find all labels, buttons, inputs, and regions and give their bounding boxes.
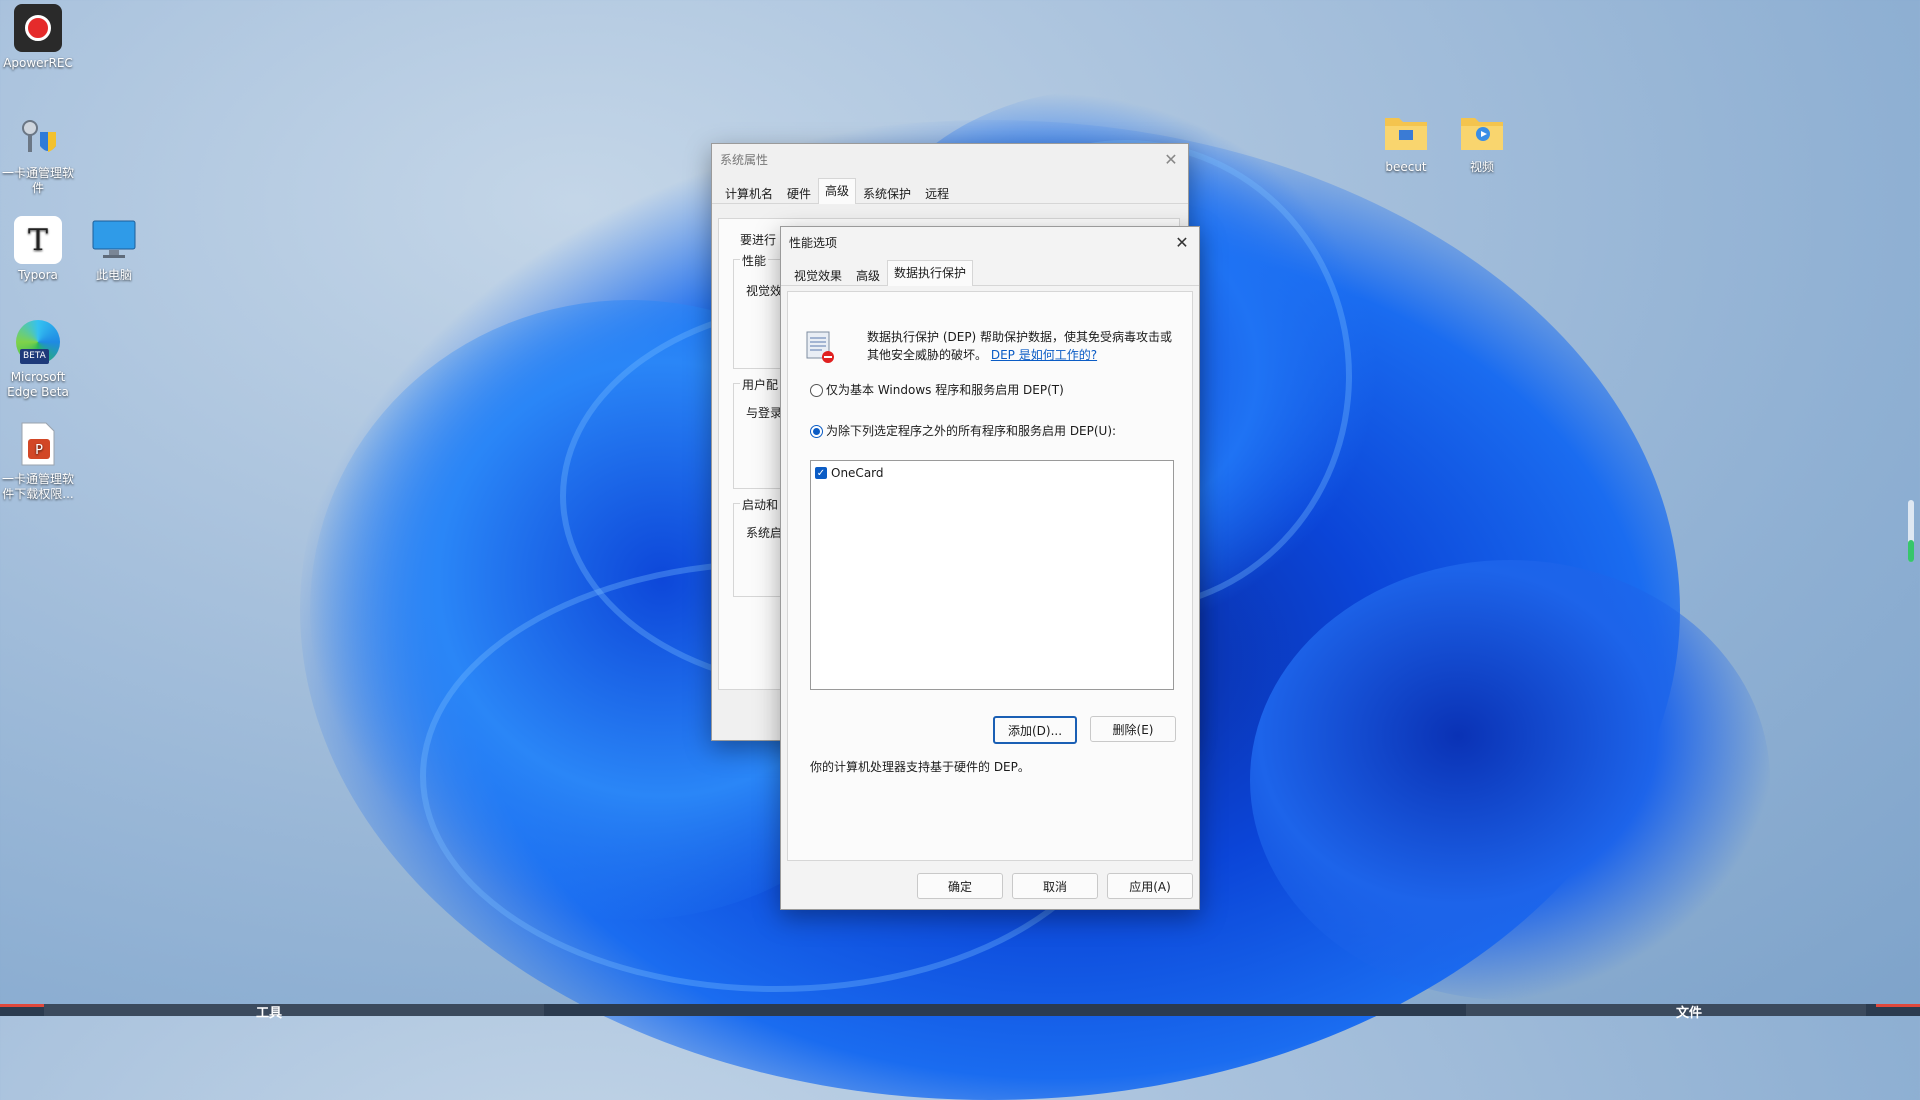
desktop-icon-label: Typora <box>18 268 58 282</box>
key-shield-icon <box>14 114 62 162</box>
group-text: 系统启 <box>746 526 783 540</box>
dep-option-all-except-label: 为除下列选定程序之外的所有程序和服务启用 DEP(U): <box>826 424 1117 438</box>
bottom-window-strip: 工具 文件 <box>0 1004 1920 1021</box>
tab-remote[interactable]: 远程 <box>918 181 956 203</box>
intro-text: 要进行 <box>740 233 777 247</box>
tab-visual-effects[interactable]: 视觉效果 <box>787 263 849 285</box>
perf-options-tabs: 视觉效果 高级 数据执行保护 <box>781 260 1199 286</box>
desktop-icon-onecard-doc[interactable]: P 一卡通管理软件下载权限... <box>0 420 76 502</box>
dep-option-essential[interactable]: 仅为基本 Windows 程序和服务启用 DEP(T) <box>810 381 1064 398</box>
tab-advanced[interactable]: 高级 <box>849 263 887 285</box>
list-item[interactable]: ✓ OneCard <box>815 466 884 480</box>
dep-help-link[interactable]: DEP 是如何工作的? <box>991 348 1097 362</box>
desktop-icon-label: 一卡通管理软件下载权限... <box>1 472 74 501</box>
dep-option-essential-label: 仅为基本 Windows 程序和服务启用 DEP(T) <box>826 383 1064 397</box>
desktop-icon-apowerrec[interactable]: ApowerREC <box>0 4 76 71</box>
desktop-icon-this-pc[interactable]: 此电脑 <box>76 216 152 283</box>
desktop-icon-videos[interactable]: 视频 <box>1444 108 1520 175</box>
edge-beta-icon: BETA <box>14 318 62 366</box>
desktop-icon-typora[interactable]: T Typora <box>0 216 76 283</box>
wallpaper-bloom-right <box>1250 560 1770 1000</box>
desktop-icon-onecard[interactable]: 一卡通管理软件 <box>0 114 76 196</box>
desktop-icon-label: 此电脑 <box>95 268 132 282</box>
checkbox-checked-icon[interactable]: ✓ <box>815 467 827 479</box>
close-icon[interactable]: ✕ <box>1154 144 1188 174</box>
desktop-icon-label: Microsoft Edge Beta <box>7 370 69 399</box>
add-button[interactable]: 添加(D)... <box>993 716 1077 744</box>
dep-shield-icon <box>804 330 838 364</box>
apowerrec-icon <box>14 4 62 52</box>
group-text: 与登录 <box>746 406 783 420</box>
dep-description: 数据执行保护 (DEP) 帮助保护数据，使其免受病毒攻击或其他安全威胁的破坏。 … <box>867 328 1181 364</box>
close-icon[interactable]: ✕ <box>1165 227 1199 257</box>
dep-support-text: 你的计算机处理器支持基于硬件的 DEP。 <box>810 760 1030 774</box>
tab-computer-name[interactable]: 计算机名 <box>718 181 780 203</box>
system-props-tabs: 计算机名 硬件 高级 系统保护 远程 <box>712 178 1188 204</box>
group-text: 视觉效 <box>746 284 783 298</box>
tab-system-protection[interactable]: 系统保护 <box>856 181 918 203</box>
performance-options-dialog[interactable]: 性能选项 ✕ 视觉效果 高级 数据执行保护 数据执行保护 (DEP) 帮助保护数… <box>780 226 1200 910</box>
desktop-icon-edge-beta[interactable]: BETA Microsoft Edge Beta <box>0 318 76 400</box>
tab-dep[interactable]: 数据执行保护 <box>887 260 974 286</box>
powerpoint-file-icon: P <box>14 420 62 468</box>
group-label: 启动和 <box>740 496 781 513</box>
window-title: 系统属性 <box>720 152 769 167</box>
group-label: 用户配 <box>740 376 781 393</box>
radio-essential[interactable] <box>810 384 823 397</box>
desktop-icon-label: ApowerREC <box>3 56 73 70</box>
monitor-icon <box>90 216 138 264</box>
dep-exception-list[interactable]: ✓ OneCard <box>810 460 1174 690</box>
desktop-icon-label: 一卡通管理软件 <box>1 166 74 195</box>
scroll-indicator[interactable] <box>1908 500 1914 562</box>
list-item-label: OneCard <box>831 466 884 480</box>
cancel-button[interactable]: 取消 <box>1012 873 1098 899</box>
video-folder-icon <box>1458 108 1506 156</box>
radio-all-except[interactable] <box>810 425 823 438</box>
ok-button[interactable]: 确定 <box>917 873 1003 899</box>
tab-advanced[interactable]: 高级 <box>818 178 857 204</box>
desktop-icon-label: beecut <box>1385 160 1427 174</box>
dep-option-all-except[interactable]: 为除下列选定程序之外的所有程序和服务启用 DEP(U): <box>810 422 1116 439</box>
desktop-icon-label: 视频 <box>1469 160 1494 174</box>
folder-icon <box>1382 108 1430 156</box>
remove-button[interactable]: 删除(E) <box>1090 716 1176 742</box>
apply-button[interactable]: 应用(A) <box>1107 873 1193 899</box>
tab-hardware[interactable]: 硬件 <box>780 181 818 203</box>
dialog-title: 性能选项 <box>789 235 838 250</box>
desktop-icon-beecut[interactable]: beecut <box>1368 108 1444 175</box>
group-label: 性能 <box>740 252 769 269</box>
left-window-label: 工具 <box>256 1006 283 1021</box>
typora-icon: T <box>14 216 62 264</box>
svg-text:P: P <box>35 443 43 458</box>
right-window-label: 文件 <box>1676 1006 1703 1021</box>
dep-tab-panel: 数据执行保护 (DEP) 帮助保护数据，使其免受病毒攻击或其他安全威胁的破坏。 … <box>787 291 1193 861</box>
